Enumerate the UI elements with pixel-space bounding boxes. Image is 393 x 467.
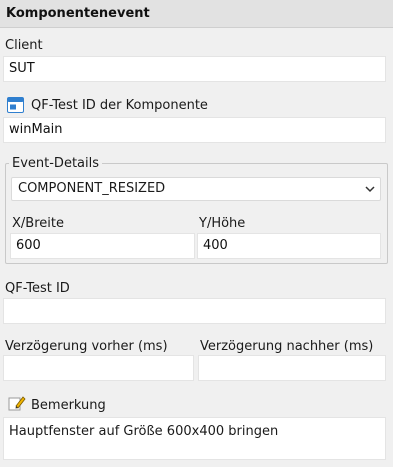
event-type-value: COMPONENT_RESIZED [18, 181, 166, 196]
delay-after-field[interactable] [198, 355, 386, 381]
qftest-id-field[interactable] [3, 298, 386, 324]
component-id-label: QF-Test ID der Komponente [31, 98, 208, 113]
panel-header: Komponentenevent [0, 0, 393, 28]
comment-label: Bemerkung [31, 398, 106, 413]
x-width-label: X/Breite [12, 216, 64, 231]
x-width-field[interactable]: 600 [10, 233, 195, 259]
y-height-field[interactable]: 400 [197, 233, 381, 259]
panel-title: Komponentenevent [6, 6, 150, 21]
event-type-select[interactable]: COMPONENT_RESIZED [11, 177, 381, 201]
client-label: Client [5, 38, 43, 53]
window-component-icon [7, 97, 24, 113]
comment-field[interactable]: Hauptfenster auf Größe 600x400 bringen [3, 417, 386, 460]
chevron-down-icon [365, 186, 375, 193]
delay-before-field[interactable] [3, 355, 194, 381]
qftest-id-label: QF-Test ID [5, 281, 70, 296]
y-height-label: Y/Höhe [199, 216, 246, 231]
delay-after-label: Verzögerung nachher (ms) [200, 339, 374, 354]
delay-before-label: Verzögerung vorher (ms) [5, 339, 168, 354]
event-details-title: Event-Details [9, 156, 103, 171]
pencil-note-icon [8, 396, 26, 411]
client-field[interactable]: SUT [3, 56, 386, 82]
component-id-field[interactable]: winMain [3, 117, 386, 143]
